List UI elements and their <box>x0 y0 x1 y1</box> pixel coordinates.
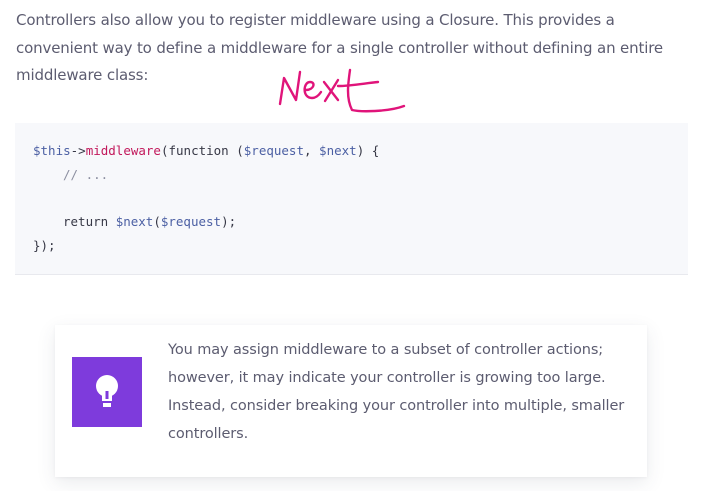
code-line-3: return $next($request); <box>63 213 236 231</box>
code-close: ) { <box>356 143 380 158</box>
code-block: $this->middleware(function ($request, $n… <box>15 123 688 275</box>
code-line-4: }); <box>33 238 56 253</box>
tip-callout: You may assign middleware to a subset of… <box>55 325 647 477</box>
code-return: return <box>63 214 116 229</box>
code-open: (function ( <box>160 143 244 158</box>
code-this: $this <box>33 143 71 158</box>
code-next-var: $next <box>115 214 154 229</box>
code-call-open: ( <box>153 214 161 229</box>
code-arrow: -> <box>70 143 86 158</box>
code-line-2: // ... <box>63 167 109 182</box>
code-request-arg: $request <box>160 214 222 229</box>
tip-icon-box <box>72 357 142 427</box>
code-line-1: $this->middleware(function ($request, $n… <box>33 142 379 160</box>
lightbulb-icon <box>96 375 118 407</box>
code-comma: , <box>303 143 320 158</box>
code-call-close: ); <box>221 214 237 229</box>
handwritten-annotation <box>278 68 406 113</box>
code-param-next: $next <box>319 143 357 158</box>
code-param-request: $request <box>243 143 304 158</box>
code-method: middleware <box>85 143 161 158</box>
tip-text: You may assign middleware to a subset of… <box>168 342 625 442</box>
